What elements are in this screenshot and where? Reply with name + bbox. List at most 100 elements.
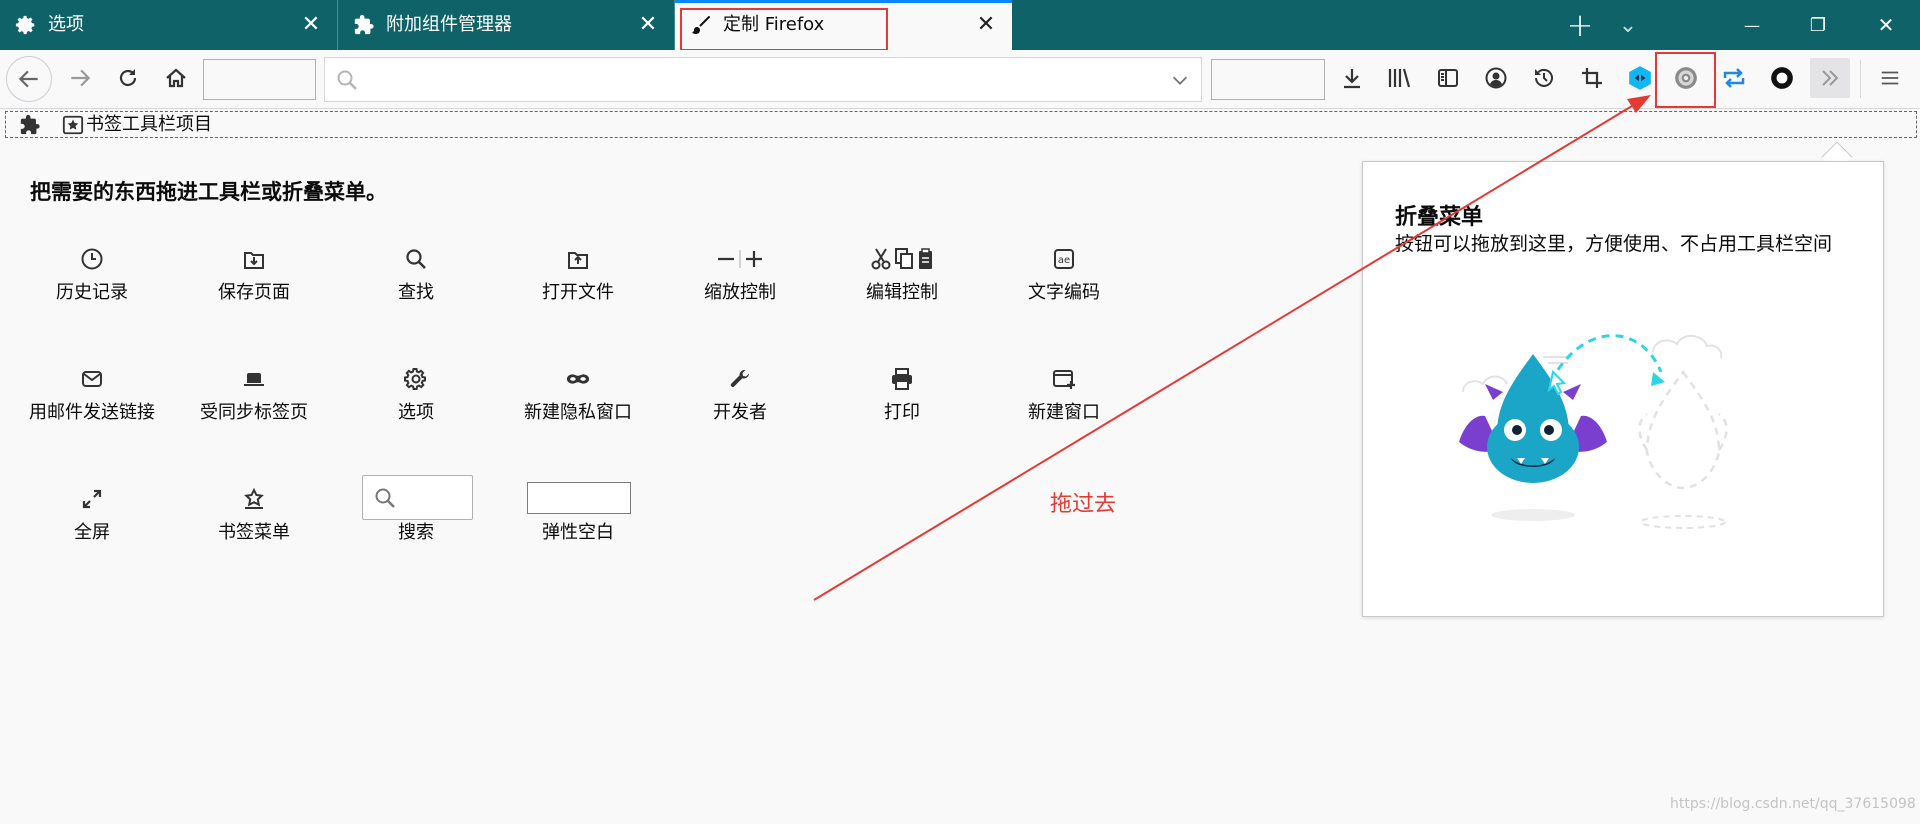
palette-item-label: 搜索 (398, 522, 434, 543)
bookmarks-toolbar-label: 书签工具栏项目 (86, 114, 212, 135)
palette-item-label: 新建窗口 (1028, 402, 1100, 423)
palette-item-open-file[interactable]: 打开文件 (508, 247, 648, 337)
palette-item-label: 弹性空白 (542, 522, 614, 543)
palette-item-label: 历史记录 (56, 282, 128, 303)
palette-item-private-window[interactable]: 新建隐私窗口 (508, 367, 648, 457)
palette-item-synced-tabs[interactable]: 受同步标签页 (184, 367, 324, 457)
sync-arrows-button[interactable] (1714, 58, 1754, 98)
history-icon (1535, 68, 1553, 87)
home-button[interactable] (156, 58, 196, 98)
download-icon (1344, 69, 1360, 89)
palette-item-developer[interactable]: 开发者 (670, 367, 810, 457)
restore-button[interactable]: ❐ (1790, 0, 1846, 50)
home-icon (166, 68, 186, 88)
sidebar-button[interactable] (1428, 58, 1468, 98)
close-icon[interactable]: ✕ (299, 13, 323, 37)
wrench-icon (728, 367, 752, 391)
search-icon (337, 70, 357, 90)
account-button[interactable] (1476, 58, 1516, 98)
flexible-space-left[interactable] (203, 59, 316, 100)
watermark: https://blog.csdn.net/qq_37615098 (1670, 796, 1916, 812)
palette-item-label: 打开文件 (542, 282, 614, 303)
palette-item-save-page[interactable]: 保存页面 (184, 247, 324, 337)
menu-button[interactable] (1870, 58, 1910, 98)
arrow-left-icon (18, 70, 38, 88)
tab-options[interactable]: 选项 ✕ (0, 0, 338, 50)
minimize-icon: — (1744, 15, 1760, 35)
palette-item-label: 文字编码 (1028, 282, 1100, 303)
dragon-illustration (1459, 334, 1728, 529)
screenshot-button[interactable] (1572, 58, 1612, 98)
palette-item-label: 打印 (884, 402, 920, 423)
private-mask-icon (566, 367, 590, 391)
circle-button[interactable] (1762, 58, 1802, 98)
menu-icon (1881, 71, 1899, 85)
window-close-button[interactable]: ✕ (1858, 0, 1914, 50)
palette-item-encoding[interactable]: ae 文字编码 (994, 247, 1134, 337)
annotation-label: 拖过去 (1050, 492, 1117, 517)
reload-button[interactable] (108, 58, 148, 98)
palette-item-edit[interactable]: 编辑控制 (832, 247, 972, 337)
palette-item-email-link[interactable]: 用邮件发送链接 (22, 367, 162, 457)
list-all-tabs-button[interactable]: ⌄ (1604, 0, 1652, 50)
extension-blue-button[interactable] (1620, 58, 1660, 98)
palette-item-fullscreen[interactable]: 全屏 (22, 487, 162, 577)
minimize-button[interactable]: — (1724, 0, 1780, 50)
palette-title: 把需要的东西拖进工具栏或折叠菜单。 (30, 180, 387, 204)
palette-item-label: 书签菜单 (218, 522, 290, 543)
puzzle-icon (352, 13, 376, 37)
chevron-down-icon[interactable] (1169, 69, 1191, 91)
new-window-icon (1052, 367, 1076, 391)
forward-button[interactable] (60, 58, 100, 98)
palette-item-label: 选项 (398, 402, 434, 423)
palette-item-zoom[interactable]: 缩放控制 (670, 247, 810, 337)
encoding-icon: ae (1052, 247, 1076, 271)
bookmark-star-icon (242, 487, 266, 511)
flexible-space-right[interactable] (1211, 59, 1325, 100)
tab-addons[interactable]: 附加组件管理器 ✕ (338, 0, 675, 50)
nav-bar (0, 50, 1920, 109)
screenshot-icon (1582, 68, 1602, 88)
palette-item-find[interactable]: 查找 (346, 247, 486, 337)
highlight-box-extension (1655, 52, 1716, 108)
palette-item-label: 缩放控制 (704, 282, 776, 303)
palette-item-label: 开发者 (713, 402, 767, 423)
download-button[interactable] (1332, 58, 1372, 98)
history-button[interactable] (1524, 58, 1564, 98)
back-button[interactable] (6, 56, 52, 102)
palette-item-search[interactable]: 搜索 (346, 487, 486, 547)
svg-text:ae: ae (1058, 255, 1070, 266)
highlight-box-tab (680, 8, 888, 51)
palette-item-new-window[interactable]: 新建窗口 (994, 367, 1134, 457)
palette-item-options[interactable]: 选项 (346, 367, 486, 457)
plus-icon: + (1566, 6, 1594, 44)
palette-item-label: 保存页面 (218, 282, 290, 303)
palette-item-label: 受同步标签页 (200, 402, 308, 423)
synced-tabs-icon (242, 367, 266, 391)
open-file-icon (566, 247, 590, 271)
palette-item-print[interactable]: 打印 (832, 367, 972, 457)
bookmarks-toolbar[interactable]: 书签工具栏项目 (5, 111, 1917, 138)
library-button[interactable] (1380, 58, 1420, 98)
bookmark-star-icon (62, 115, 84, 135)
url-bar[interactable] (324, 57, 1202, 102)
overflow-button[interactable] (1810, 58, 1850, 98)
new-tab-button[interactable]: + (1556, 0, 1604, 50)
palette-item-flexible-space[interactable]: 弹性空白 (508, 487, 648, 547)
sidebar-icon (1438, 69, 1458, 87)
save-page-icon (242, 247, 266, 271)
tab-strip: 选项 ✕ 附加组件管理器 ✕ 定制 Firefox ✕ + ⌄ — ❐ ✕ (0, 0, 1920, 50)
sync-arrows-icon (1723, 68, 1745, 88)
palette-item-label: 查找 (398, 282, 434, 303)
zoom-icon (714, 247, 766, 271)
close-icon[interactable]: ✕ (974, 13, 998, 37)
close-icon[interactable]: ✕ (636, 13, 660, 37)
palette-item-bookmarks-menu[interactable]: 书签菜单 (184, 487, 324, 577)
palette-item-label: 新建隐私窗口 (524, 402, 632, 423)
overflow-panel-description: 按钮可以拖放到这里，方便使用、不占用工具栏空间 (1395, 233, 1833, 255)
palette-item-label: 用邮件发送链接 (29, 402, 155, 423)
overflow-panel[interactable]: 折叠菜单 按钮可以拖放到这里，方便使用、不占用工具栏空间 (1362, 161, 1884, 617)
palette-item-history[interactable]: 历史记录 (22, 247, 162, 337)
chevron-down-icon: ⌄ (1618, 12, 1638, 38)
clock-icon (80, 247, 104, 271)
